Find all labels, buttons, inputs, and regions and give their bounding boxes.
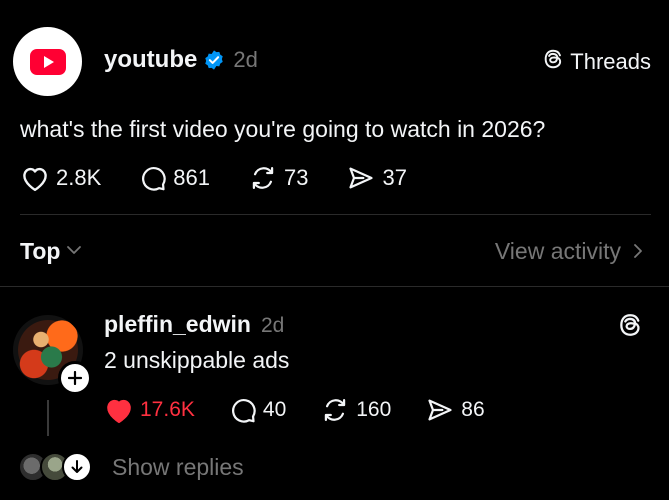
comment-icon (139, 164, 167, 192)
share-count: 86 (461, 398, 485, 421)
heart-icon (104, 396, 134, 424)
like-button[interactable]: 17.6K (104, 396, 195, 424)
post-username[interactable]: youtube (104, 46, 197, 74)
repost-icon (320, 396, 350, 424)
comment-count: 40 (262, 398, 287, 421)
comment-icon (229, 396, 257, 424)
post-text: what's the first video you're going to w… (20, 116, 546, 142)
reply-actions: 17.6K 40 160 86 (104, 396, 519, 424)
like-count: 2.8K (56, 165, 102, 190)
post-header: youtube 2d (104, 46, 258, 74)
threads-logo-icon[interactable] (617, 312, 643, 343)
share-button[interactable]: 37 (346, 164, 407, 192)
repost-count: 160 (356, 398, 392, 421)
post-timestamp: 2d (233, 47, 258, 72)
repost-button[interactable]: 73 (248, 164, 308, 192)
follow-button[interactable] (58, 361, 92, 395)
threads-logo-icon (542, 48, 564, 76)
reply-text: 2 unskippable ads (104, 347, 290, 373)
sort-dropdown[interactable]: Top (20, 238, 82, 265)
comment-count: 861 (173, 165, 210, 190)
heart-icon (20, 164, 50, 192)
repost-count: 73 (283, 165, 309, 190)
plus-icon (67, 367, 83, 389)
chevron-right-icon (633, 238, 643, 265)
view-activity-link[interactable]: View activity (495, 238, 643, 265)
reply-username[interactable]: pleffin_edwin (104, 311, 251, 338)
like-button[interactable]: 2.8K (20, 164, 101, 192)
youtube-avatar[interactable] (13, 27, 82, 96)
show-replies-button[interactable]: Show replies (18, 452, 244, 482)
sort-label: Top (20, 238, 61, 264)
share-count: 37 (382, 165, 407, 190)
chevron-down-icon (66, 243, 82, 261)
show-replies-label: Show replies (112, 453, 244, 480)
repost-icon (248, 164, 278, 192)
comment-button[interactable]: 861 (139, 164, 210, 192)
view-activity-label: View activity (494, 238, 621, 264)
share-button[interactable]: 86 (425, 396, 485, 424)
reply-timestamp: 2d (260, 314, 285, 337)
reply-header: pleffin_edwin 2d (104, 311, 284, 338)
comment-button[interactable]: 40 (229, 396, 286, 424)
post-actions: 2.8K 861 73 37 (20, 164, 445, 192)
arrow-down-icon (62, 452, 92, 482)
threads-brand-link[interactable]: Threads (542, 48, 651, 76)
share-icon (425, 396, 455, 424)
youtube-logo-icon (29, 48, 66, 75)
divider (0, 286, 669, 287)
like-count: 17.6K (140, 398, 195, 421)
thread-line (47, 400, 49, 436)
divider (20, 214, 651, 215)
verified-badge-icon (203, 49, 225, 71)
share-icon (346, 164, 376, 192)
threads-brand-label: Threads (570, 49, 651, 74)
repost-button[interactable]: 160 (320, 396, 391, 424)
